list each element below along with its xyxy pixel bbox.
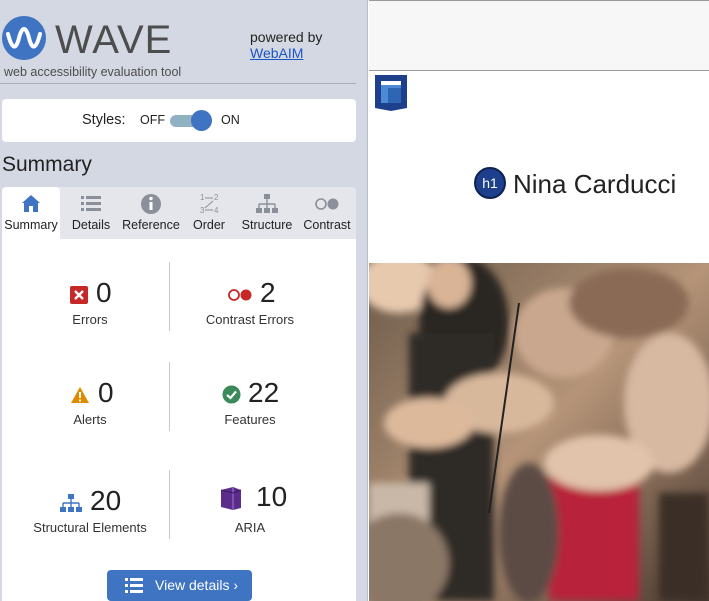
tab-details[interactable]: Details bbox=[62, 187, 120, 239]
stat-structural-elements[interactable]: 20 Structural Elements bbox=[2, 485, 178, 535]
contrast-icon bbox=[298, 193, 356, 215]
styles-label: Styles: bbox=[82, 112, 126, 128]
structure-icon bbox=[236, 193, 298, 215]
styles-toggle-panel: Styles: OFF ON bbox=[2, 99, 356, 142]
wave-header: WAVE web accessibility evaluation tool p… bbox=[0, 0, 368, 84]
info-icon bbox=[120, 193, 182, 215]
errors-count: 0 bbox=[96, 277, 112, 308]
tab-reference-label: Reference bbox=[122, 218, 180, 232]
h1-badge-label: h1 bbox=[482, 175, 498, 191]
page-preview: h1 Nina Carducci bbox=[369, 71, 709, 263]
styles-off-label: OFF bbox=[140, 113, 165, 127]
tab-order[interactable]: 1234 Order bbox=[182, 187, 236, 239]
wave-sidebar: WAVE web accessibility evaluation tool p… bbox=[0, 0, 368, 601]
svg-text:3: 3 bbox=[200, 206, 205, 215]
stat-alerts[interactable]: 0 Alerts bbox=[2, 377, 178, 427]
contrast-errors-count: 2 bbox=[260, 277, 276, 308]
tab-structure-label: Structure bbox=[241, 218, 293, 232]
svg-text:2: 2 bbox=[214, 193, 219, 202]
structural-icon bbox=[60, 494, 82, 512]
view-details-label: View details › bbox=[155, 577, 239, 593]
contrast-errors-label: Contrast Errors bbox=[205, 312, 295, 327]
tab-contrast[interactable]: Contrast bbox=[298, 187, 356, 239]
tab-structure[interactable]: Structure bbox=[236, 187, 298, 239]
features-count: 22 bbox=[248, 377, 280, 408]
view-details-button[interactable]: View details › bbox=[107, 570, 252, 601]
structural-count: 20 bbox=[90, 485, 122, 516]
stat-errors[interactable]: 0 Errors bbox=[2, 277, 178, 327]
features-label: Features bbox=[224, 412, 276, 427]
stat-contrast-errors[interactable]: 2 Contrast Errors bbox=[170, 277, 330, 327]
feature-icon bbox=[222, 385, 241, 404]
page-top-bar bbox=[369, 0, 709, 71]
aria-icon bbox=[220, 487, 242, 510]
contrast-error-icon bbox=[228, 289, 252, 301]
error-icon bbox=[70, 286, 88, 304]
page-heading: Nina Carducci bbox=[513, 169, 677, 199]
alert-icon bbox=[71, 387, 89, 403]
styles-toggle-knob[interactable] bbox=[191, 110, 212, 131]
tab-contrast-label: Contrast bbox=[303, 218, 351, 232]
powered-by: powered by WebAIM bbox=[250, 29, 322, 61]
svg-text:1: 1 bbox=[200, 193, 205, 202]
aria-label: ARIA bbox=[234, 520, 266, 535]
h1-badge-icon[interactable]: h1 bbox=[474, 167, 506, 199]
svg-text:4: 4 bbox=[214, 206, 219, 215]
wave-logo-text: WAVE bbox=[55, 18, 173, 62]
list-icon bbox=[62, 193, 120, 215]
order-icon: 1234 bbox=[182, 193, 236, 215]
home-icon bbox=[2, 193, 60, 215]
tab-reference[interactable]: Reference bbox=[120, 187, 182, 239]
aria-count: 10 bbox=[256, 481, 288, 512]
wave-logo-icon bbox=[2, 16, 46, 60]
wave-tagline: web accessibility evaluation tool bbox=[4, 65, 182, 79]
styles-on-label: ON bbox=[221, 113, 240, 127]
tab-order-label: Order bbox=[193, 218, 225, 232]
alerts-count: 0 bbox=[98, 377, 114, 408]
hero-photo bbox=[369, 263, 709, 601]
tab-summary[interactable]: Summary bbox=[2, 187, 60, 239]
tab-details-label: Details bbox=[71, 218, 111, 232]
summary-panel: 0 Errors 2 Contrast Errors 0 Alerts 22 F… bbox=[2, 239, 356, 601]
stat-aria[interactable]: 10 ARIA bbox=[170, 481, 330, 535]
structure-marker-icon[interactable] bbox=[374, 74, 408, 112]
header-divider bbox=[0, 83, 356, 84]
tab-bar: Summary Details Reference 1234 Order Str… bbox=[2, 187, 356, 239]
powered-by-label: powered by bbox=[250, 29, 323, 45]
stat-features[interactable]: 22 Features bbox=[170, 377, 330, 427]
tab-summary-label: Summary bbox=[4, 218, 58, 232]
panel-title: Summary bbox=[2, 153, 92, 176]
alerts-label: Alerts bbox=[73, 412, 107, 427]
structural-label: Structural Elements bbox=[33, 520, 147, 535]
webaim-link[interactable]: WebAIM bbox=[250, 45, 303, 61]
errors-label: Errors bbox=[72, 312, 108, 327]
list-icon bbox=[125, 578, 143, 593]
